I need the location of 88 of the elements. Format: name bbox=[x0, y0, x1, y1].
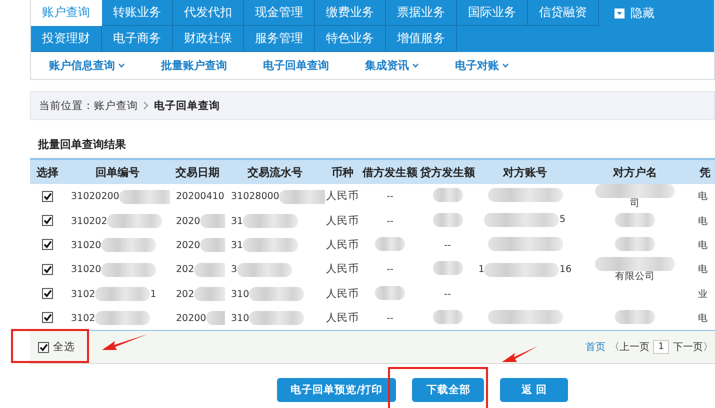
sub-nav-link[interactable]: 电子回单查询 bbox=[263, 58, 329, 73]
action-button[interactable]: 返 回 bbox=[500, 378, 568, 402]
table-cell: 人民币 bbox=[326, 214, 359, 226]
sub-nav-link[interactable]: 集成资讯 bbox=[365, 58, 419, 73]
table-cell: 5 bbox=[559, 214, 566, 225]
table-cell: 31028000 bbox=[231, 191, 280, 202]
table-cell: -- bbox=[444, 240, 451, 250]
column-header: 币种 bbox=[332, 166, 354, 178]
nav-tab[interactable]: 转账业务 bbox=[102, 0, 173, 26]
table-cell: 人民币 bbox=[326, 190, 359, 202]
nav-tab[interactable]: 国际业务 bbox=[457, 0, 528, 26]
sub-nav-link[interactable]: 账户信息查询 bbox=[49, 58, 125, 73]
nav-tab[interactable]: 信贷融资 bbox=[528, 0, 599, 26]
table-cell: 31 bbox=[231, 240, 244, 250]
table-cell: 电 bbox=[698, 238, 708, 252]
action-button[interactable]: 下载全部 bbox=[412, 378, 484, 402]
column-header: 凭 bbox=[700, 166, 710, 178]
pointer-arrow bbox=[102, 334, 148, 350]
select-all-checkbox[interactable] bbox=[38, 342, 49, 352]
sub-nav-link[interactable]: 电子对账 bbox=[455, 58, 509, 73]
column-header: 对方户名 bbox=[613, 166, 657, 178]
table-cell: 31 bbox=[231, 216, 244, 226]
column-header: 交易日期 bbox=[176, 166, 220, 178]
page-number[interactable]: 1 bbox=[653, 340, 669, 354]
breadcrumb-current[interactable]: 电子回单查询 bbox=[154, 98, 220, 112]
column-header: 交易流水号 bbox=[248, 166, 302, 178]
table-cell: 3102 bbox=[71, 288, 96, 300]
table-cell: 电 bbox=[698, 263, 708, 276]
action-button[interactable]: 电子回单预览/打印 bbox=[276, 378, 396, 402]
table-cell: 人民币 bbox=[326, 263, 359, 275]
sub-nav-link[interactable]: 批量账户查询 bbox=[161, 58, 227, 73]
row-checkbox[interactable] bbox=[42, 264, 53, 275]
row-checkbox[interactable] bbox=[42, 239, 53, 250]
first-page-link[interactable]: 首页 bbox=[585, 340, 606, 354]
table-cell: -- bbox=[386, 191, 394, 202]
column-header: 借方发生额 bbox=[362, 166, 418, 178]
nav-tab[interactable]: 账户查询 bbox=[31, 0, 102, 26]
table-cell: 1 bbox=[150, 288, 156, 300]
table-cell: 310 bbox=[231, 312, 250, 324]
prev-page-link[interactable]: 〈上一页 bbox=[609, 340, 650, 354]
table-cell: 31020 bbox=[71, 264, 102, 275]
section-title: 批量回单查询结果 bbox=[38, 137, 126, 152]
table-cell: -- bbox=[386, 216, 394, 226]
column-header: 贷方发生额 bbox=[420, 166, 475, 178]
table-cell: 20200410 bbox=[176, 191, 224, 202]
nav-tab[interactable]: 票据业务 bbox=[386, 0, 457, 26]
column-header: 选择 bbox=[36, 166, 58, 178]
table-cell: 人民币 bbox=[326, 288, 359, 300]
breadcrumb-text: 当前位置：账户查询 bbox=[39, 98, 138, 112]
column-header: 对方账号 bbox=[503, 166, 547, 178]
table-cell: 人民币 bbox=[326, 238, 359, 250]
table-cell: 3 bbox=[231, 264, 238, 275]
column-header: 回单编号 bbox=[96, 166, 140, 178]
row-checkbox[interactable] bbox=[42, 215, 53, 226]
collapse-icon bbox=[614, 8, 624, 18]
table-cell: -- bbox=[386, 312, 394, 324]
table-cell: 16 bbox=[559, 264, 572, 275]
table-cell: 20200 bbox=[176, 312, 206, 324]
nav-tab[interactable]: 代发代扣 bbox=[173, 0, 244, 26]
table-cell: -- bbox=[386, 264, 394, 275]
table-cell: 2020 bbox=[176, 216, 200, 226]
table-cell: 310 bbox=[231, 288, 250, 300]
table-cell: 2020 bbox=[176, 240, 200, 250]
table-cell: 电 bbox=[698, 214, 708, 228]
table-cell: 1 bbox=[478, 264, 484, 275]
select-all-label[interactable]: 全选 bbox=[53, 340, 75, 354]
table-cell: 电 bbox=[698, 312, 708, 324]
table-cell: 202 bbox=[176, 264, 194, 275]
table-cell: 3102 bbox=[71, 312, 96, 324]
table-cell: 31020200 bbox=[71, 191, 120, 202]
next-page-link[interactable]: 下一页〉 bbox=[673, 340, 713, 354]
hide-toggle[interactable]: 隐藏 bbox=[599, 0, 669, 26]
nav-tab[interactable]: 现金管理 bbox=[244, 0, 315, 26]
chevron-right-icon bbox=[143, 101, 149, 110]
table-cell: 人民币 bbox=[326, 312, 359, 324]
row-checkbox[interactable] bbox=[42, 288, 53, 300]
pointer-arrow bbox=[502, 346, 538, 362]
table-cell: 司 bbox=[630, 198, 640, 209]
table-cell: 31020 bbox=[71, 240, 102, 250]
row-checkbox[interactable] bbox=[42, 190, 53, 202]
row-checkbox[interactable] bbox=[42, 312, 53, 324]
table-cell: -- bbox=[444, 288, 451, 300]
nav-tab[interactable]: 缴费业务 bbox=[315, 0, 386, 26]
table-cell: 有限公司 bbox=[615, 271, 655, 282]
table-cell: 电 bbox=[698, 190, 708, 203]
table-cell: 310202 bbox=[71, 216, 108, 226]
table-cell: 202 bbox=[176, 288, 194, 300]
table-cell: 业 bbox=[698, 288, 708, 300]
